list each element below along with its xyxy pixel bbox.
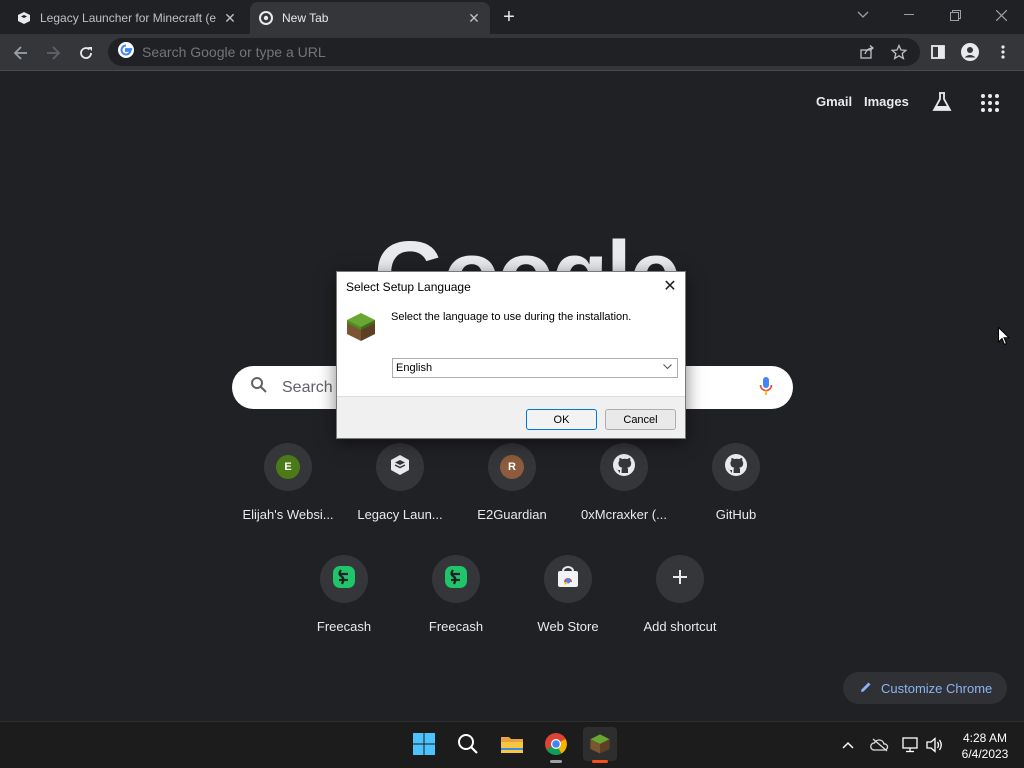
images-link[interactable]: Images xyxy=(864,94,909,109)
shortcut-icon-circle xyxy=(544,555,592,603)
ok-button[interactable]: OK xyxy=(526,409,597,430)
chevron-down-icon xyxy=(663,362,672,373)
back-arrow-icon[interactable] xyxy=(8,40,34,66)
mouse-cursor-icon xyxy=(998,326,1011,351)
file-explorer-icon[interactable] xyxy=(495,727,529,761)
dialog-title: Select Setup Language xyxy=(337,272,685,301)
omnibox-input[interactable] xyxy=(142,44,856,60)
close-icon[interactable]: ✕ xyxy=(661,277,679,295)
letter-r-icon: R xyxy=(500,455,524,479)
shortcut-label: Elijah's Websi... xyxy=(242,507,334,522)
close-tab-icon[interactable]: ✕ xyxy=(222,10,238,26)
restore-icon[interactable] xyxy=(932,0,978,30)
tab-new-tab[interactable]: New Tab ✕ xyxy=(250,2,490,34)
shortcut-label: Freecash xyxy=(316,619,372,634)
github-icon xyxy=(612,453,636,482)
close-window-icon[interactable] xyxy=(978,0,1024,30)
language-select[interactable]: English xyxy=(392,358,678,378)
hexagon-icon xyxy=(16,10,32,26)
plus-icon xyxy=(672,569,688,590)
network-icon[interactable] xyxy=(901,735,921,755)
labs-flask-icon[interactable] xyxy=(930,90,954,119)
tab-title: Legacy Launcher for Minecraft (e xyxy=(40,11,217,25)
customize-chrome-button[interactable]: Customize Chrome xyxy=(843,672,1007,704)
shortcut-label: Add shortcut xyxy=(643,619,717,634)
minimize-icon[interactable] xyxy=(886,0,932,30)
shortcut-label: Web Store xyxy=(537,619,599,634)
shortcut-tile[interactable]: Freecash xyxy=(400,555,512,655)
new-tab-button[interactable]: + xyxy=(498,6,520,28)
google-g-icon xyxy=(118,41,134,63)
clock-date: 6/4/2023 xyxy=(961,747,1009,761)
shortcut-label: E2Guardian xyxy=(477,507,547,522)
tab-title: New Tab xyxy=(282,11,329,25)
profile-avatar-icon[interactable] xyxy=(958,40,982,64)
share-icon[interactable] xyxy=(856,41,878,63)
shortcut-label: GitHub xyxy=(715,507,757,522)
shortcut-label: 0xMcraxker (... xyxy=(581,507,667,522)
cancel-button[interactable]: Cancel xyxy=(605,409,676,430)
shortcut-tile[interactable]: GitHub xyxy=(680,443,792,543)
menu-kebab-icon[interactable] xyxy=(991,40,1015,64)
letter-e-icon: E xyxy=(276,455,300,479)
close-tab-icon[interactable]: ✕ xyxy=(466,10,482,26)
shortcut-label: Legacy Laun... xyxy=(357,507,443,522)
shortcut-tile[interactable]: Web Store xyxy=(512,555,624,655)
add-shortcut-tile[interactable]: Add shortcut xyxy=(624,555,736,655)
search-placeholder: Search xyxy=(282,378,333,396)
freecash-icon xyxy=(444,565,468,594)
webstore-icon xyxy=(556,565,580,593)
minecraft-installer-taskbar-icon[interactable] xyxy=(583,727,617,763)
bookmark-star-icon[interactable] xyxy=(888,41,910,63)
chrome-icon xyxy=(258,10,274,26)
hexagon-icon xyxy=(389,454,411,481)
chevron-up-icon[interactable] xyxy=(838,735,858,755)
windows-start-icon[interactable] xyxy=(407,727,441,761)
gmail-link[interactable]: Gmail xyxy=(816,94,852,109)
dialog-message: Select the language to use during the in… xyxy=(391,311,632,323)
shortcut-icon-circle: R xyxy=(488,443,536,491)
shortcut-icon-circle xyxy=(320,555,368,603)
system-clock[interactable]: 4:28 AM 6/4/2023 xyxy=(952,730,1018,762)
shortcut-icon-circle: E xyxy=(264,443,312,491)
browser-toolbar xyxy=(0,34,1024,71)
clock-time: 4:28 AM xyxy=(962,731,1008,745)
shortcut-icon-circle xyxy=(600,443,648,491)
selected-language: English xyxy=(396,362,433,374)
tab-strip: Legacy Launcher for Minecraft (e ✕ New T… xyxy=(0,0,1024,34)
side-panel-icon[interactable] xyxy=(926,40,950,64)
onedrive-offline-icon[interactable] xyxy=(870,735,890,755)
shortcut-tile[interactable]: 0xMcraxker (... xyxy=(568,443,680,543)
taskbar-search-icon[interactable] xyxy=(451,727,485,761)
shortcut-tile[interactable]: R E2Guardian xyxy=(456,443,568,543)
windows-taskbar: 4:28 AM 6/4/2023 xyxy=(0,721,1024,768)
shortcut-tile[interactable]: E Elijah's Websi... xyxy=(232,443,344,543)
minecraft-block-icon xyxy=(345,311,377,343)
shortcut-label: Freecash xyxy=(428,619,484,634)
shortcut-icon-circle xyxy=(712,443,760,491)
shortcut-tile[interactable]: Freecash xyxy=(288,555,400,655)
search-icon xyxy=(250,376,268,399)
shortcut-icon-circle xyxy=(432,555,480,603)
volume-icon[interactable] xyxy=(925,735,945,755)
chrome-taskbar-icon[interactable] xyxy=(539,727,573,763)
running-indicator xyxy=(592,760,608,763)
tab-legacy-launcher[interactable]: Legacy Launcher for Minecraft (e ✕ xyxy=(8,2,246,34)
customize-label: Customize Chrome xyxy=(881,680,993,696)
shortcut-tile[interactable]: Legacy Laun... xyxy=(344,443,456,543)
forward-arrow-icon[interactable] xyxy=(40,40,66,66)
omnibox[interactable] xyxy=(108,38,920,66)
pencil-icon xyxy=(859,680,873,697)
freecash-icon xyxy=(332,565,356,594)
github-icon xyxy=(724,453,748,482)
setup-language-dialog: Select Setup Language ✕ Select the langu… xyxy=(336,271,686,439)
running-indicator xyxy=(550,760,562,763)
shortcut-icon-circle xyxy=(656,555,704,603)
tab-search-icon[interactable] xyxy=(840,0,886,30)
dialog-body: Select the language to use during the in… xyxy=(337,301,685,397)
shortcut-icon-circle xyxy=(376,443,424,491)
apps-grid-icon[interactable] xyxy=(980,93,1000,118)
microphone-icon[interactable] xyxy=(759,376,773,401)
reload-icon[interactable] xyxy=(73,40,99,66)
